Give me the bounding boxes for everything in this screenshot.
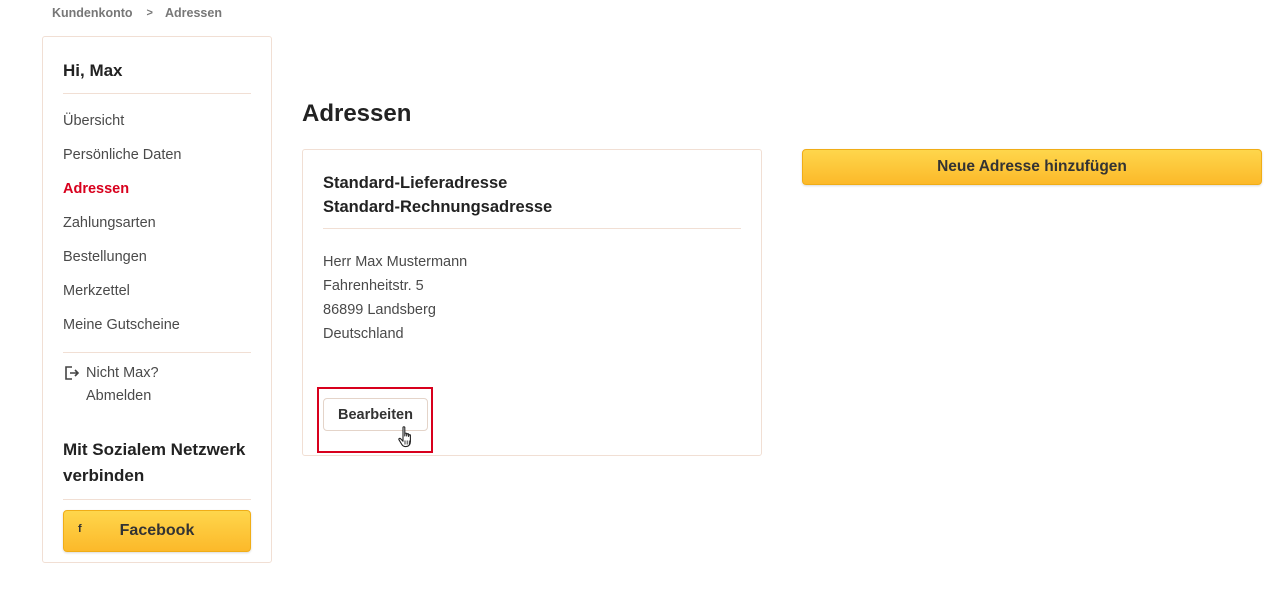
breadcrumb: Kundenkonto > Adressen [52,6,222,20]
sidebar-item-merkzettel[interactable]: Merkzettel [63,281,182,315]
breadcrumb-item-adressen[interactable]: Adressen [165,6,222,20]
account-sidebar: Hi, Max Übersicht Persönliche Daten Adre… [42,36,272,563]
facebook-icon: f [78,523,82,535]
sidebar-item-zahlungsarten[interactable]: Zahlungsarten [63,213,182,247]
breadcrumb-separator: > [146,7,153,19]
logout-section: Nicht Max? Abmelden [63,363,159,408]
sidebar-item-adressen[interactable]: Adressen [63,179,182,213]
address-name: Herr Max Mustermann [323,254,468,270]
divider [63,352,251,353]
default-shipping-label: Standard-Lieferadresse [323,174,508,192]
facebook-button-label: Facebook [119,522,195,539]
sidebar-item-bestellungen[interactable]: Bestellungen [63,247,182,281]
address-city: 86899 Landsberg [323,302,436,318]
logout-link[interactable]: Abmelden [63,388,159,408]
not-user-text: Nicht Max? [86,365,159,381]
address-block: Herr Max Mustermann Fahrenheitstr. 5 868… [323,250,467,346]
page-title: Adressen [302,100,412,127]
sidebar-item-uebersicht[interactable]: Übersicht [63,111,182,145]
sidebar-nav: Übersicht Persönliche Daten Adressen Zah… [63,111,182,349]
social-connect-title: Mit Sozialem Netzwerk verbinden [63,440,246,485]
sidebar-item-meine-gutscheine[interactable]: Meine Gutscheine [63,315,182,349]
address-card-heading: Standard-Lieferadresse Standard-Rechnung… [323,171,552,219]
address-country: Deutschland [323,326,404,342]
hand-cursor-icon [398,426,411,448]
greeting: Hi, Max [63,61,123,80]
logout-icon [65,366,79,380]
default-billing-label: Standard-Rechnungsadresse [323,198,553,216]
divider [323,228,741,229]
divider [63,499,251,500]
page: Kundenkonto > Adressen Hi, Max Übersicht… [0,0,1276,591]
divider [63,93,251,94]
breadcrumb-item-kundenkonto[interactable]: Kundenkonto [52,6,133,20]
facebook-connect-button[interactable]: f Facebook [63,510,251,552]
address-street: Fahrenheitstr. 5 [323,278,424,294]
add-address-button[interactable]: Neue Adresse hinzufügen [802,149,1262,185]
sidebar-item-persoenliche-daten[interactable]: Persönliche Daten [63,145,182,179]
address-card: Standard-Lieferadresse Standard-Rechnung… [302,149,762,456]
